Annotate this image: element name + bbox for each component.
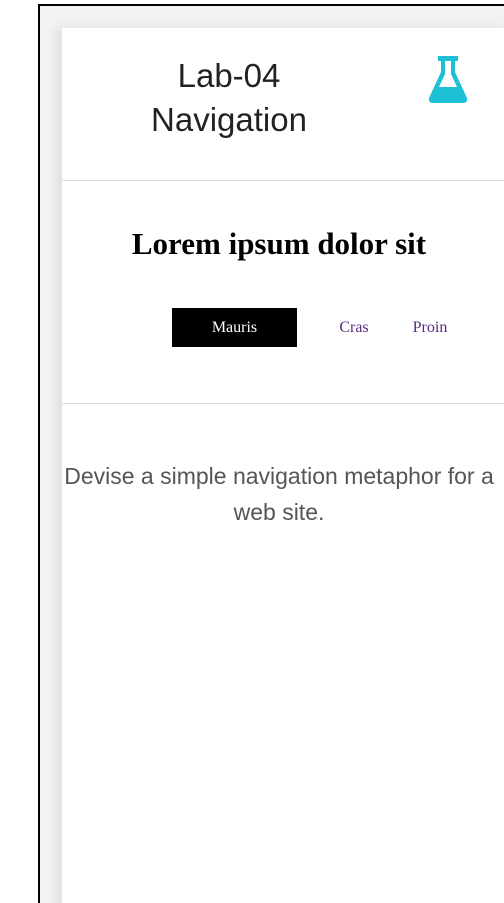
page-title: Lab-04 Navigation xyxy=(151,57,307,138)
flask-icon xyxy=(428,56,468,103)
lab-description: Devise a simple navigation metaphor for … xyxy=(64,463,494,525)
nav-item-proin[interactable]: Proin xyxy=(406,308,454,347)
nav-item-mauris[interactable]: Mauris xyxy=(172,308,297,347)
page: Lab-04 Navigation Lorem ipsum dolor sit … xyxy=(62,28,504,903)
navigation-menu: Mauris Cras Proin xyxy=(62,308,504,348)
section-heading: Lorem ipsum dolor sit xyxy=(131,226,427,261)
browser-frame: Lab-04 Navigation Lorem ipsum dolor sit … xyxy=(38,4,504,903)
header: Lab-04 Navigation xyxy=(62,28,504,181)
nav-item-cras[interactable]: Cras xyxy=(332,308,376,347)
content-section: Lorem ipsum dolor sit Mauris Cras Proin xyxy=(62,180,504,404)
